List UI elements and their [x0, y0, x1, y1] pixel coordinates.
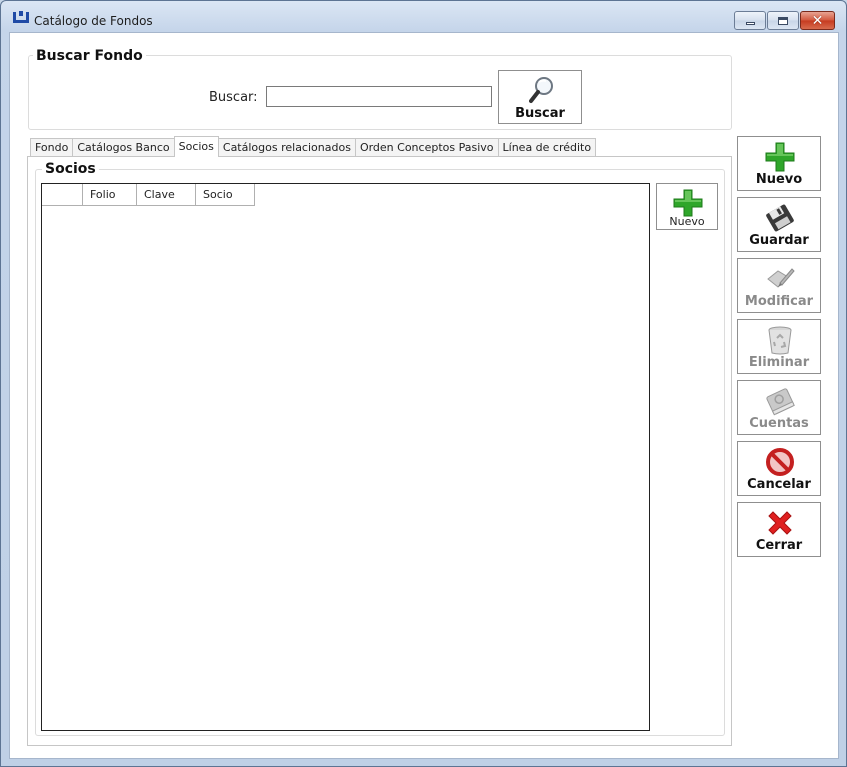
socios-legend: Socios [42, 161, 99, 177]
close-icon: ✕ [811, 12, 824, 29]
guardar-button[interactable]: Guardar [737, 197, 821, 252]
close-x-icon [768, 511, 792, 535]
cancelar-button[interactable]: Cancelar [737, 441, 821, 496]
book-icon [766, 388, 795, 416]
buscar-button[interactable]: Buscar [498, 70, 582, 124]
maximize-icon [778, 16, 788, 25]
column-header-clave[interactable]: Clave [137, 184, 196, 205]
row-header-corner[interactable] [42, 184, 83, 205]
app-window: Catálogo de Fondos ✕ Buscar Fondo Buscar… [0, 0, 847, 767]
cerrar-button[interactable]: Cerrar [737, 502, 821, 557]
tab-fondo[interactable]: Fondo [30, 138, 74, 157]
window-title: Catálogo de Fondos [34, 14, 153, 28]
buscar-input[interactable] [266, 86, 492, 107]
socios-grid-header: Folio Clave Socio [42, 184, 255, 206]
socios-tab-panel: Socios Folio Clave Socio Nuevo [27, 156, 732, 746]
tab-catalogos-relacionados[interactable]: Catálogos relacionados [217, 138, 356, 157]
magnifier-icon [529, 77, 553, 103]
socios-grid[interactable]: Folio Clave Socio [41, 183, 650, 731]
tab-socios[interactable]: Socios [173, 136, 219, 157]
close-window-button[interactable]: ✕ [800, 11, 835, 30]
modificar-button-label: Modificar [744, 294, 814, 309]
cancelar-button-label: Cancelar [747, 477, 811, 492]
title-bar[interactable]: Catálogo de Fondos ✕ [1, 1, 846, 33]
column-header-socio[interactable]: Socio [196, 184, 255, 205]
app-icon [13, 11, 29, 23]
maximize-button[interactable] [767, 11, 799, 30]
buscar-button-label: Buscar [515, 106, 565, 121]
minimize-button[interactable] [734, 11, 766, 30]
eliminar-button[interactable]: Eliminar [737, 319, 821, 374]
socios-nuevo-button[interactable]: Nuevo [656, 183, 718, 230]
buscar-label: Buscar: [209, 90, 258, 105]
modificar-button[interactable]: Modificar [737, 258, 821, 313]
cerrar-button-label: Cerrar [755, 538, 803, 553]
tab-linea-de-credito[interactable]: Línea de crédito [497, 138, 597, 157]
column-header-folio[interactable]: Folio [83, 184, 137, 205]
cuentas-button-label: Cuentas [749, 416, 809, 431]
recycle-bin-icon [768, 326, 792, 355]
tab-orden-conceptos-pasivo[interactable]: Orden Conceptos Pasivo [354, 138, 499, 157]
edit-icon [767, 268, 795, 288]
plus-icon [765, 142, 795, 172]
minimize-icon [745, 22, 755, 25]
socios-nuevo-label: Nuevo [669, 215, 705, 228]
nuevo-button-label: Nuevo [755, 172, 803, 187]
eliminar-button-label: Eliminar [748, 355, 810, 370]
guardar-button-label: Guardar [749, 233, 809, 248]
save-icon [766, 204, 794, 232]
form-client-area: Buscar Fondo Buscar: Buscar Fondo Catálo… [9, 32, 839, 759]
tab-catalogos-banco[interactable]: Catálogos Banco [72, 138, 175, 157]
cuentas-button[interactable]: Cuentas [737, 380, 821, 435]
plus-icon [673, 189, 703, 217]
tab-strip: Fondo Catálogos Banco Socios Catálogos r… [30, 136, 597, 157]
buscar-fondo-legend: Buscar Fondo [33, 48, 146, 64]
cancel-icon [766, 448, 794, 476]
nuevo-button[interactable]: Nuevo [737, 136, 821, 191]
